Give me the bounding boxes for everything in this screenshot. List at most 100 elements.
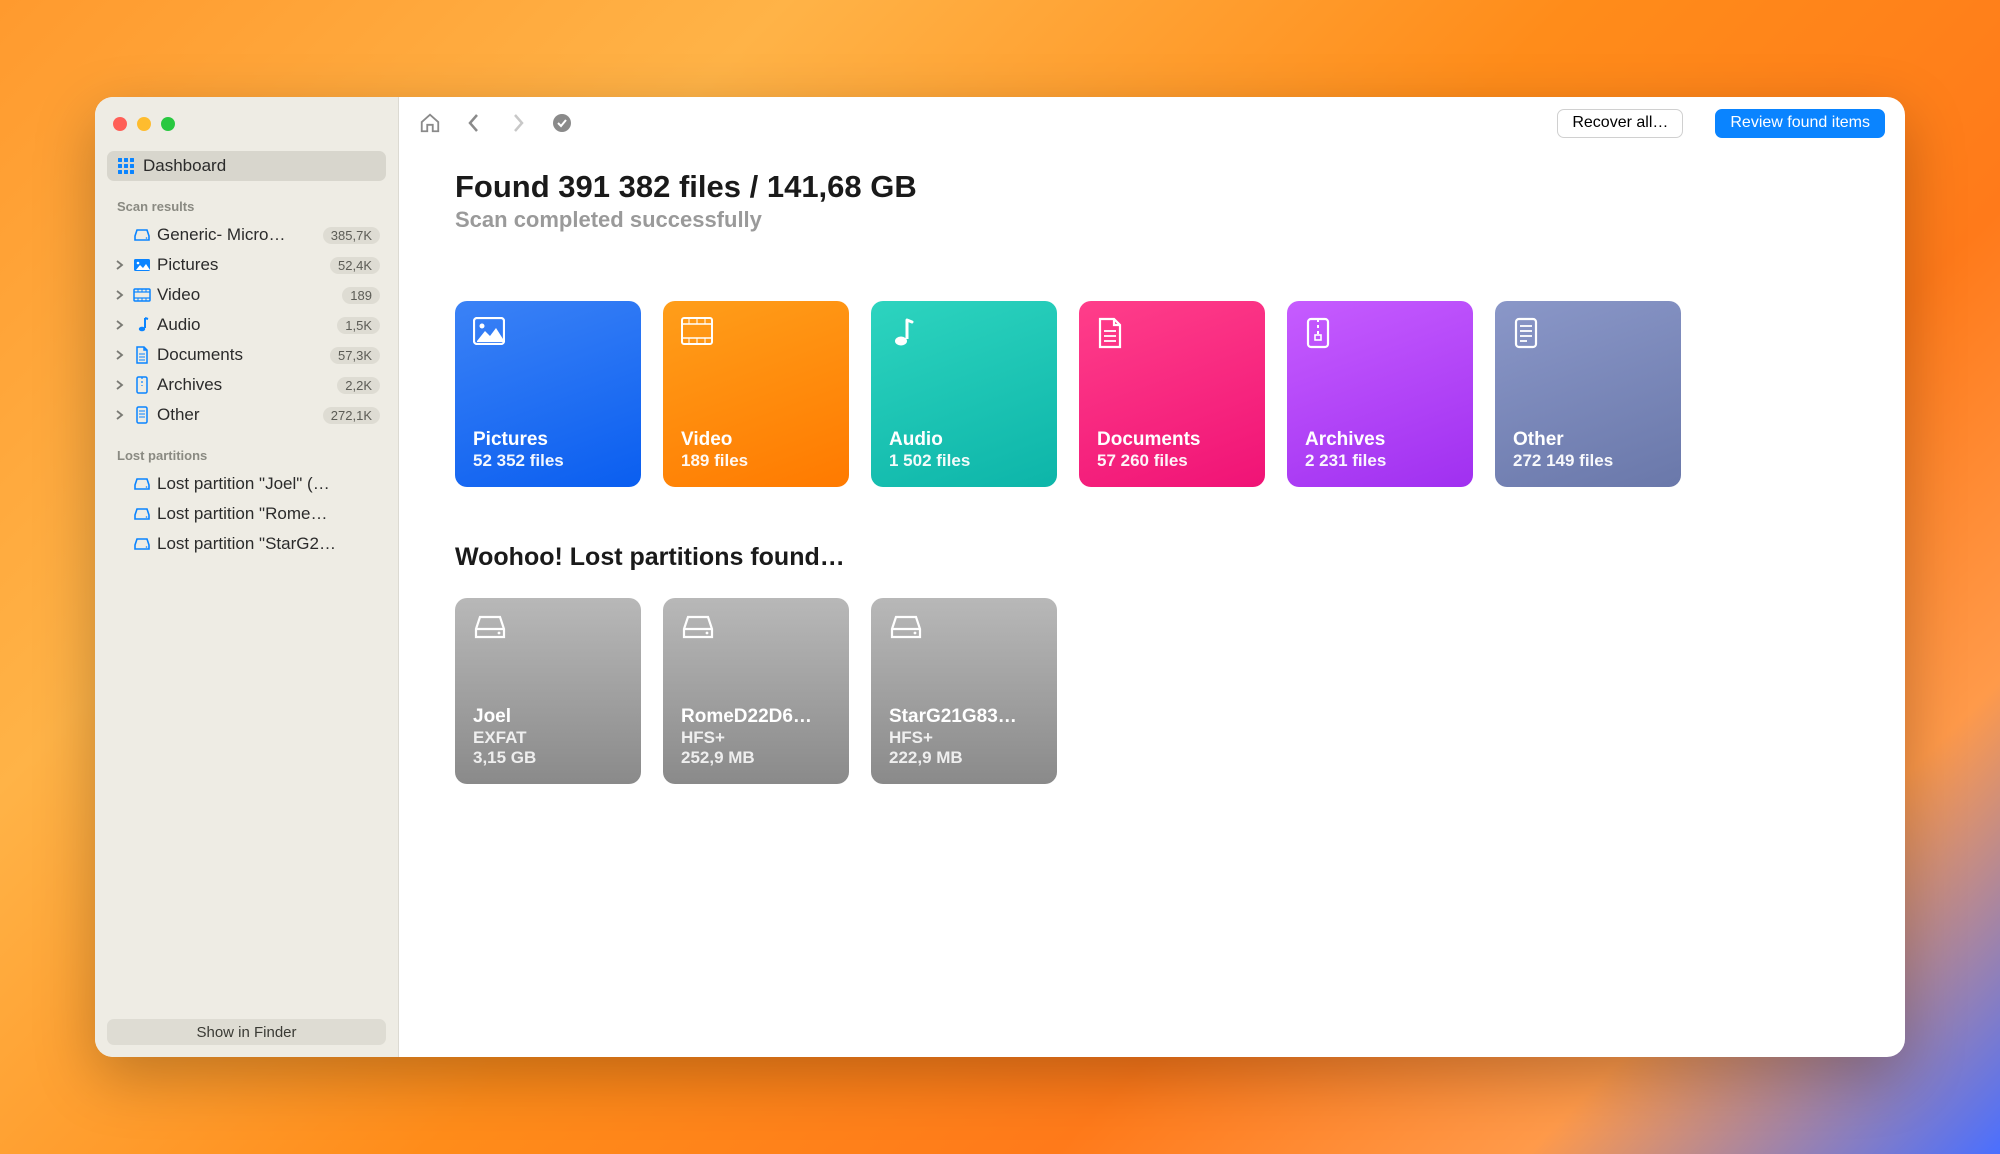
sidebar-partition-1[interactable]: Lost partition "Rome…: [107, 499, 386, 529]
tile-icon: [889, 317, 921, 349]
partition-filesystem: HFS+: [889, 728, 1039, 748]
partition-filesystem: HFS+: [681, 728, 831, 748]
tile-pictures[interactable]: Pictures52 352 files: [455, 301, 641, 487]
sidebar-disk-row[interactable]: Generic- Micro… 385,7K: [107, 220, 386, 250]
sidebar-category-video[interactable]: Video189: [107, 280, 386, 310]
window-fullscreen-button[interactable]: [161, 117, 175, 131]
category-badge: 1,5K: [337, 317, 380, 334]
tile-count: 52 352 files: [473, 451, 623, 471]
toolbar: Recover all… Review found items: [399, 97, 1905, 149]
recover-all-label: Recover all…: [1572, 114, 1668, 132]
tile-count: 272 149 files: [1513, 451, 1663, 471]
check-icon[interactable]: [551, 112, 573, 134]
tile-video[interactable]: Video189 files: [663, 301, 849, 487]
forward-icon: [507, 112, 529, 134]
chevron-right-icon: [113, 350, 127, 360]
disk-icon: [681, 614, 713, 646]
category-badge: 52,4K: [330, 257, 380, 274]
partition-tiles: JoelEXFAT3,15 GBRomeD22D6…HFS+252,9 MBSt…: [455, 598, 1849, 784]
partition-tile-1[interactable]: RomeD22D6…HFS+252,9 MB: [663, 598, 849, 784]
sidebar-partition-2[interactable]: Lost partition "StarG2…: [107, 529, 386, 559]
partition-name: StarG21G83…: [889, 706, 1039, 728]
tile-icon: [1305, 317, 1337, 349]
category-icon: [133, 288, 151, 302]
tile-label: Archives: [1305, 429, 1455, 451]
sidebar-disk-badge: 385,7K: [323, 227, 380, 244]
disk-icon: [133, 537, 151, 551]
home-icon[interactable]: [419, 112, 441, 134]
back-icon[interactable]: [463, 112, 485, 134]
sidebar-category-documents[interactable]: Documents 57,3K: [107, 340, 386, 370]
category-icon: [133, 406, 151, 424]
partition-label: Lost partition "Joel" (…: [157, 474, 380, 494]
recover-all-button[interactable]: Recover all…: [1557, 109, 1683, 138]
chevron-right-icon: [113, 380, 127, 390]
sidebar-category-archives[interactable]: Archives 2,2K: [107, 370, 386, 400]
sidebar-category-audio[interactable]: Audio 1,5K: [107, 310, 386, 340]
disk-icon: [473, 614, 505, 646]
page-title: Found 391 382 files / 141,68 GB: [455, 169, 1849, 205]
partition-name: Joel: [473, 706, 623, 728]
grid-icon: [117, 157, 135, 175]
partition-tile-0[interactable]: JoelEXFAT3,15 GB: [455, 598, 641, 784]
category-badge: 272,1K: [323, 407, 380, 424]
partition-filesystem: EXFAT: [473, 728, 623, 748]
tile-label: Documents: [1097, 429, 1247, 451]
tile-other[interactable]: Other272 149 files: [1495, 301, 1681, 487]
category-label: Pictures: [157, 255, 324, 275]
partition-name: RomeD22D6…: [681, 706, 831, 728]
tile-icon: [1097, 317, 1129, 349]
disk-icon: [889, 614, 921, 646]
review-found-items-label: Review found items: [1730, 114, 1870, 132]
disk-icon: [133, 507, 151, 521]
app-window: Dashboard Scan results Generic- Micro… 3…: [95, 97, 1905, 1057]
category-icon: [133, 346, 151, 364]
sidebar-category-other[interactable]: Other 272,1K: [107, 400, 386, 430]
window-minimize-button[interactable]: [137, 117, 151, 131]
review-found-items-button[interactable]: Review found items: [1715, 109, 1885, 138]
category-label: Documents: [157, 345, 324, 365]
show-in-finder-button[interactable]: Show in Finder: [107, 1019, 386, 1045]
category-tiles: Pictures52 352 filesVideo189 filesAudio1…: [455, 301, 1849, 487]
chevron-right-icon: [113, 290, 127, 300]
category-icon: [133, 316, 151, 334]
tile-label: Pictures: [473, 429, 623, 451]
tile-icon: [681, 317, 713, 349]
category-label: Archives: [157, 375, 331, 395]
category-label: Audio: [157, 315, 331, 335]
partition-label: Lost partition "Rome…: [157, 504, 380, 524]
tile-label: Other: [1513, 429, 1663, 451]
tile-label: Audio: [889, 429, 1039, 451]
traffic-lights: [107, 115, 386, 151]
partition-tile-2[interactable]: StarG21G83…HFS+222,9 MB: [871, 598, 1057, 784]
sidebar: Dashboard Scan results Generic- Micro… 3…: [95, 97, 399, 1057]
tile-documents[interactable]: Documents57 260 files: [1079, 301, 1265, 487]
tile-audio[interactable]: Audio1 502 files: [871, 301, 1057, 487]
category-icon: [133, 376, 151, 394]
category-badge: 189: [342, 287, 380, 304]
sidebar-item-label: Dashboard: [143, 156, 226, 176]
window-close-button[interactable]: [113, 117, 127, 131]
sidebar-category-pictures[interactable]: Pictures 52,4K: [107, 250, 386, 280]
chevron-right-icon: [113, 410, 127, 420]
category-label: Other: [157, 405, 317, 425]
partition-label: Lost partition "StarG2…: [157, 534, 380, 554]
category-badge: 2,2K: [337, 377, 380, 394]
partitions-title: Woohoo! Lost partitions found…: [455, 543, 1849, 572]
chevron-right-icon: [113, 320, 127, 330]
tile-count: 2 231 files: [1305, 451, 1455, 471]
partition-size: 3,15 GB: [473, 748, 623, 768]
main-content: Recover all… Review found items Found 39…: [399, 97, 1905, 1057]
tile-icon: [1513, 317, 1545, 349]
tile-archives[interactable]: Archives2 231 files: [1287, 301, 1473, 487]
tile-label: Video: [681, 429, 831, 451]
category-icon: [133, 258, 151, 272]
sidebar-disk-label: Generic- Micro…: [157, 225, 317, 245]
page-subtitle: Scan completed successfully: [455, 207, 1849, 233]
category-badge: 57,3K: [330, 347, 380, 364]
chevron-right-icon: [113, 260, 127, 270]
sidebar-partition-0[interactable]: Lost partition "Joel" (…: [107, 469, 386, 499]
partition-size: 222,9 MB: [889, 748, 1039, 768]
sidebar-item-dashboard[interactable]: Dashboard: [107, 151, 386, 181]
tile-icon: [473, 317, 505, 349]
